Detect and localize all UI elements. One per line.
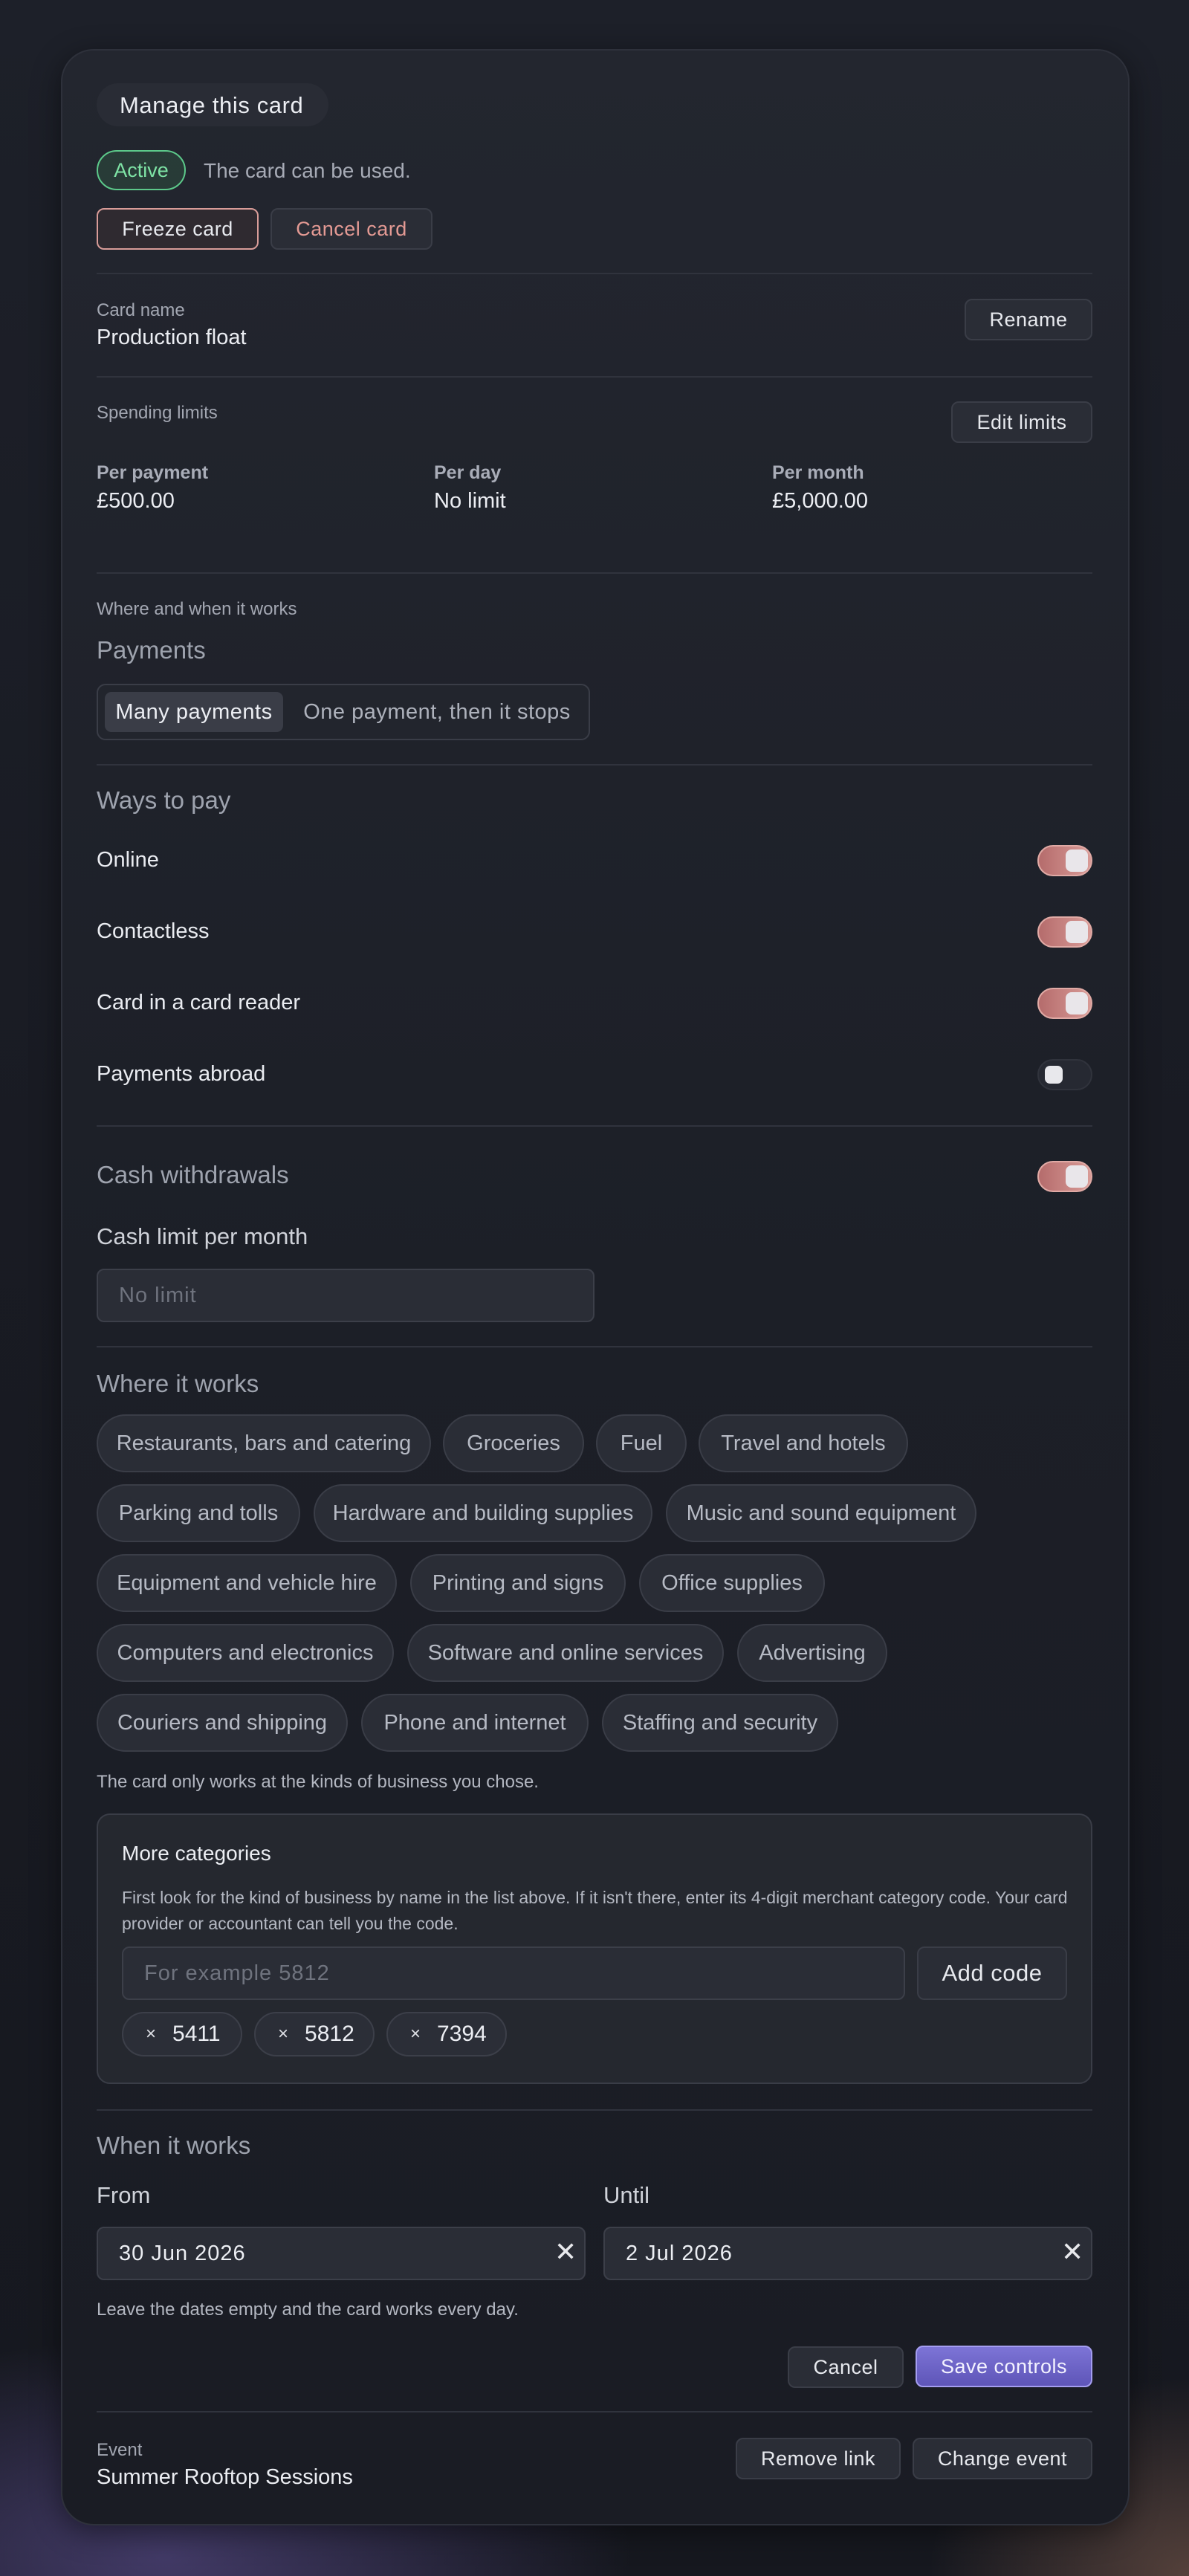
divider bbox=[97, 376, 1092, 378]
change-event-button[interactable]: Change event bbox=[913, 2438, 1092, 2479]
category-chip[interactable]: Restaurants, bars and catering bbox=[97, 1414, 431, 1472]
merchant-code-chip[interactable]: × 5812 bbox=[254, 2012, 375, 2056]
category-chip[interactable]: Parking and tolls bbox=[97, 1484, 300, 1542]
divider bbox=[97, 1346, 1092, 1347]
status-badge: Active bbox=[97, 150, 186, 190]
cash-withdrawals-toggle[interactable] bbox=[1037, 1161, 1092, 1192]
limit-per-day-value: No limit bbox=[434, 489, 506, 513]
from-date-input[interactable]: 30 Jun 2026 bbox=[97, 2227, 586, 2280]
limit-per-month-label: Per month bbox=[772, 462, 864, 483]
contactless-toggle[interactable] bbox=[1037, 916, 1092, 948]
way-contactless-label: Contactless bbox=[97, 919, 210, 943]
merchant-code-chip[interactable]: × 5411 bbox=[122, 2012, 242, 2056]
save-controls-button[interactable]: Save controls bbox=[916, 2346, 1092, 2387]
until-date-input[interactable]: 2 Jul 2026 bbox=[603, 2227, 1092, 2280]
merchant-code-chip[interactable]: × 7394 bbox=[386, 2012, 507, 2056]
cash-limit-label: Cash limit per month bbox=[97, 1223, 308, 1249]
ways-to-pay-title: Ways to pay bbox=[97, 786, 231, 814]
payment-mode-many-label: Many payments bbox=[115, 699, 273, 724]
way-abroad-label: Payments abroad bbox=[97, 1062, 266, 1086]
toggle-knob bbox=[1066, 1165, 1088, 1188]
category-chip[interactable]: Couriers and shipping bbox=[97, 1694, 348, 1752]
way-online-label: Online bbox=[97, 848, 159, 872]
cash-withdrawals-title: Cash withdrawals bbox=[97, 1161, 289, 1188]
merchant-code-input[interactable]: For example 5812 bbox=[122, 1946, 905, 2000]
category-chip[interactable]: Advertising bbox=[737, 1624, 887, 1682]
divider bbox=[97, 1125, 1092, 1127]
cancel-button[interactable]: Cancel bbox=[788, 2346, 904, 2388]
card-name-value: Production float bbox=[97, 326, 247, 349]
payment-mode-many[interactable]: Many payments bbox=[105, 692, 283, 732]
way-card-reader-label: Card in a card reader bbox=[97, 991, 301, 1014]
cancel-card-button[interactable]: Cancel card bbox=[270, 208, 432, 250]
where-it-works-note: The card only works at the kinds of busi… bbox=[97, 1772, 539, 1792]
toggle-knob bbox=[1066, 850, 1088, 872]
status-text: The card can be used. bbox=[204, 159, 411, 182]
status-badge-label: Active bbox=[114, 158, 169, 181]
divider bbox=[97, 273, 1092, 274]
payment-mode-single[interactable]: One payment, then it stops bbox=[291, 692, 583, 732]
abroad-toggle[interactable] bbox=[1037, 1059, 1092, 1090]
category-chip[interactable]: Groceries bbox=[443, 1414, 584, 1472]
edit-limits-button[interactable]: Edit limits bbox=[951, 401, 1092, 443]
toggle-knob bbox=[1045, 1066, 1063, 1084]
card-reader-toggle[interactable] bbox=[1037, 988, 1092, 1019]
merchant-code-value: 5411 bbox=[172, 2022, 221, 2046]
merchant-code-value: 5812 bbox=[305, 2022, 354, 2046]
payments-title: Payments bbox=[97, 636, 206, 664]
clear-from-date-icon[interactable]: ✕ bbox=[554, 2239, 577, 2265]
limit-per-payment-label: Per payment bbox=[97, 462, 209, 483]
payment-mode-single-label: One payment, then it stops bbox=[303, 699, 571, 724]
category-chip[interactable]: Travel and hotels bbox=[699, 1414, 908, 1472]
more-categories-title: More categories bbox=[122, 1842, 271, 1865]
rename-button[interactable]: Rename bbox=[965, 299, 1092, 340]
limit-per-day-label: Per day bbox=[434, 462, 502, 483]
divider bbox=[97, 2109, 1092, 2111]
category-chip[interactable]: Software and online services bbox=[407, 1624, 724, 1682]
category-chip[interactable]: Office supplies bbox=[639, 1554, 825, 1612]
category-chip[interactable]: Fuel bbox=[596, 1414, 687, 1472]
remove-link-button[interactable]: Remove link bbox=[736, 2438, 901, 2479]
online-toggle[interactable] bbox=[1037, 845, 1092, 876]
event-label: Event bbox=[97, 2440, 143, 2460]
add-code-button[interactable]: Add code bbox=[917, 1946, 1067, 2000]
divider bbox=[97, 764, 1092, 766]
spending-limits-label: Spending limits bbox=[97, 403, 218, 423]
category-chip[interactable]: Equipment and vehicle hire bbox=[97, 1554, 397, 1612]
where-when-label: Where and when it works bbox=[97, 599, 297, 619]
merchant-code-value: 7394 bbox=[437, 2022, 487, 2046]
limit-per-month-value: £5,000.00 bbox=[772, 489, 869, 513]
toggle-knob bbox=[1066, 992, 1088, 1014]
page-title: Manage this card bbox=[120, 92, 304, 118]
toggle-knob bbox=[1066, 921, 1088, 943]
remove-code-icon[interactable]: × bbox=[146, 2024, 156, 2045]
category-chip[interactable]: Printing and signs bbox=[410, 1554, 626, 1612]
divider bbox=[97, 572, 1092, 574]
category-chip[interactable]: Computers and electronics bbox=[97, 1624, 394, 1682]
event-value: Summer Rooftop Sessions bbox=[97, 2465, 353, 2489]
where-it-works-title: Where it works bbox=[97, 1370, 259, 1397]
limit-per-payment-value: £500.00 bbox=[97, 489, 175, 513]
clear-until-date-icon[interactable]: ✕ bbox=[1061, 2239, 1083, 2265]
when-it-works-note: Leave the dates empty and the card works… bbox=[97, 2300, 519, 2320]
cash-limit-input[interactable]: No limit bbox=[97, 1269, 594, 1322]
freeze-card-button[interactable]: Freeze card bbox=[97, 208, 259, 250]
card-name-label: Card name bbox=[97, 300, 185, 320]
remove-code-icon[interactable]: × bbox=[410, 2024, 421, 2045]
when-it-works-title: When it works bbox=[97, 2132, 251, 2159]
category-chip[interactable]: Music and sound equipment bbox=[666, 1484, 976, 1542]
category-chip[interactable]: Hardware and building supplies bbox=[314, 1484, 652, 1542]
divider bbox=[97, 2411, 1092, 2412]
more-categories-help: First look for the kind of business by n… bbox=[122, 1888, 1068, 1933]
until-label: Until bbox=[603, 2182, 650, 2208]
category-chip[interactable]: Staffing and security bbox=[602, 1694, 838, 1752]
remove-code-icon[interactable]: × bbox=[278, 2024, 288, 2045]
category-chip[interactable]: Phone and internet bbox=[361, 1694, 589, 1752]
from-label: From bbox=[97, 2182, 151, 2208]
